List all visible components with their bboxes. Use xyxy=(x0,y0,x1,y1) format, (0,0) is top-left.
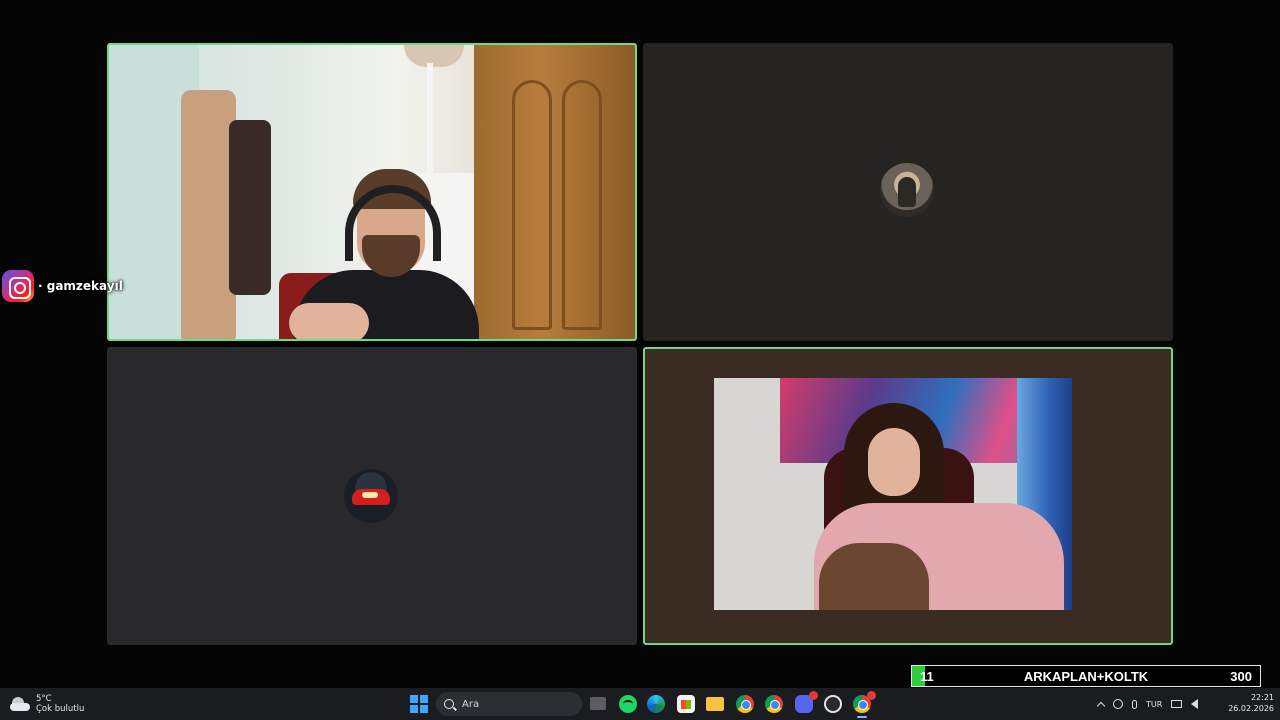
wardrobe-panel xyxy=(562,80,602,330)
network-icon[interactable] xyxy=(1171,700,1183,708)
system-tray: TUR xyxy=(1096,688,1199,720)
taskbar-search[interactable]: Ara xyxy=(436,692,582,716)
weather-temperature: 5°C xyxy=(36,694,52,704)
microphone-icon[interactable] xyxy=(1132,699,1137,709)
obs-icon[interactable] xyxy=(824,695,842,713)
goal-target-value: 300 xyxy=(1230,668,1252,684)
notification-badge xyxy=(867,691,876,700)
camera-lamp xyxy=(427,63,433,173)
chrome-icon[interactable] xyxy=(853,691,876,713)
goal-label: ARKAPLAN+KOLTK xyxy=(1023,668,1149,684)
participant-tile-3[interactable] xyxy=(107,347,637,645)
camera-wardrobe xyxy=(474,45,635,339)
weather-text: 5°C Çok bulutlu xyxy=(36,694,84,714)
participant-legs xyxy=(819,543,929,610)
file-explorer-icon[interactable] xyxy=(706,697,724,711)
windows-taskbar: 5°C Çok bulutlu xyxy=(0,688,1280,720)
avatar-figure xyxy=(898,177,916,207)
instagram-overlay: · gamzekayıl xyxy=(2,270,123,302)
goal-current-value: 11 xyxy=(920,668,934,684)
goal-progress-bar: 11 ARKAPLAN+KOLTK 300 xyxy=(911,665,1261,687)
language-indicator[interactable]: TUR xyxy=(1146,700,1162,709)
windows-logo-pane xyxy=(420,705,428,713)
video-call-stage: · gamzekayıl 11 ARKAPLAN+KOLTK 300 5°C Ç… xyxy=(0,0,1280,720)
participant-avatar xyxy=(880,163,934,217)
car-icon xyxy=(352,489,390,505)
taskbar-clock[interactable]: 22:21 26.02.2026 xyxy=(1226,692,1274,714)
edge-icon[interactable] xyxy=(647,695,665,713)
participant-tile-1[interactable] xyxy=(107,43,637,341)
spotify-icon[interactable] xyxy=(619,695,637,713)
camera-towel xyxy=(181,90,236,339)
task-view-icon[interactable] xyxy=(590,697,606,710)
search-icon xyxy=(444,699,454,709)
participant-hands xyxy=(289,303,369,339)
chrome-icon[interactable] xyxy=(736,695,754,713)
discord-icon[interactable] xyxy=(795,691,818,713)
windows-start-button[interactable] xyxy=(410,695,428,713)
chrome-icon[interactable] xyxy=(765,695,783,713)
clock-date: 26.02.2026 xyxy=(1228,704,1274,713)
weather-condition: Çok bulutlu xyxy=(36,704,85,714)
instagram-icon xyxy=(2,270,34,302)
notification-badge xyxy=(809,691,818,700)
windows-logo-pane xyxy=(420,695,428,703)
windows-logo-pane xyxy=(410,695,418,703)
store-icon[interactable] xyxy=(677,695,695,713)
camera-hanging-shirt xyxy=(229,120,271,295)
sync-icon[interactable] xyxy=(1113,699,1123,709)
volume-icon[interactable] xyxy=(1191,699,1199,709)
windows-logo-pane xyxy=(410,705,418,713)
participant-tile-4[interactable] xyxy=(643,347,1173,645)
weather-widget[interactable]: 5°C Çok bulutlu xyxy=(10,691,84,717)
search-placeholder: Ara xyxy=(462,698,480,710)
instagram-handle: · gamzekayıl xyxy=(38,279,123,293)
chevron-up-icon[interactable] xyxy=(1096,701,1106,710)
camera-feed xyxy=(714,378,1072,610)
wardrobe-panel xyxy=(512,80,552,330)
cloud-icon xyxy=(10,697,30,711)
participant-face xyxy=(868,428,920,496)
participant-avatar xyxy=(344,469,398,523)
clock-time: 22:21 xyxy=(1250,693,1274,702)
active-app-indicator xyxy=(857,716,867,718)
participant-tile-2[interactable] xyxy=(643,43,1173,341)
